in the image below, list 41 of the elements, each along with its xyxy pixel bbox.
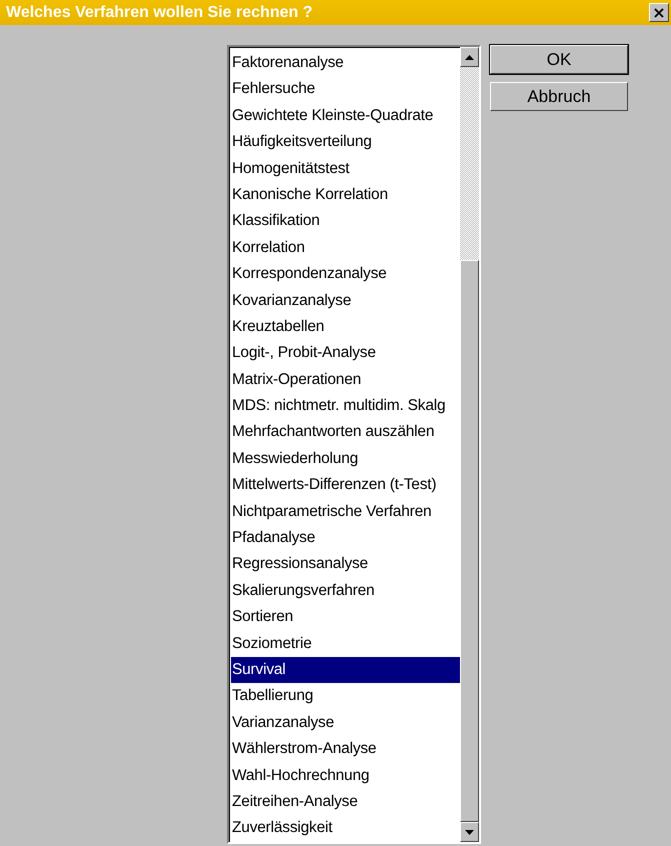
up-arrow-icon xyxy=(465,54,474,60)
ok-button[interactable]: OK xyxy=(490,45,628,74)
list-item[interactable]: Klassifikation xyxy=(231,208,460,235)
scroll-up-button[interactable] xyxy=(460,47,479,67)
window-title: Welches Verfahren wollen Sie rechnen ? xyxy=(6,4,312,22)
list-item[interactable]: Wählerstrom-Analyse xyxy=(231,736,460,763)
list-item[interactable]: Survival xyxy=(231,656,460,684)
list-item[interactable]: Kovarianzanalyse xyxy=(231,288,460,314)
list-item[interactable]: Nichtparametrische Verfahren xyxy=(231,498,460,526)
list-item[interactable]: Zeitreihen-Analyse xyxy=(231,788,460,816)
list-item[interactable]: Tabellierung xyxy=(231,683,460,710)
list-item[interactable]: Korrespondenzanalyse xyxy=(231,261,460,288)
list-item[interactable]: Logit-, Probit-Analyse xyxy=(231,340,460,367)
list-item[interactable]: Messwiederholung xyxy=(231,446,460,472)
list-item[interactable]: Korrelation xyxy=(231,234,460,262)
list-item[interactable]: Matrix-Operationen xyxy=(231,366,460,394)
scroll-thumb[interactable] xyxy=(460,260,479,822)
list-box[interactable] xyxy=(227,45,481,844)
list-item[interactable]: Pfadanalyse xyxy=(231,525,460,552)
list-item[interactable]: Mittelwerts-Differenzen (t-Test) xyxy=(231,472,460,499)
list-item[interactable]: Häufigkeitsverteilung xyxy=(231,129,460,156)
list-item[interactable]: Faktorenanalyse xyxy=(231,50,460,76)
list-item[interactable]: Skalierungsverfahren xyxy=(231,578,460,604)
list-item[interactable]: Soziometrie xyxy=(231,630,460,657)
list-item[interactable]: Zuverlässigkeit xyxy=(231,815,460,842)
list-item[interactable]: MDS: nichtmetr. multidim. Skalg xyxy=(231,393,460,420)
list-item[interactable]: Kreuztabellen xyxy=(231,314,460,340)
list-item[interactable]: Wahl-Hochrechnung xyxy=(231,762,460,789)
down-arrow-icon xyxy=(465,830,474,834)
scroll-down-button[interactable] xyxy=(460,822,479,842)
list-item[interactable]: Varianzanalyse xyxy=(231,710,460,736)
list-item[interactable]: Regressionsanalyse xyxy=(231,551,460,578)
list-item[interactable]: Homogenitätstest xyxy=(231,156,460,182)
scrollbar[interactable] xyxy=(460,47,479,842)
cancel-button[interactable]: Abbruch xyxy=(490,82,628,111)
list-item[interactable]: Gewichtete Kleinste-Quadrate xyxy=(231,102,460,130)
list-item[interactable]: Kanonische Korrelation xyxy=(231,182,460,208)
list-item[interactable]: Sortieren xyxy=(231,604,460,631)
close-button[interactable]: × xyxy=(649,3,669,22)
list-item[interactable]: Fehlersuche xyxy=(231,76,460,103)
list-item[interactable]: Mehrfachantworten auszählen xyxy=(231,419,460,446)
